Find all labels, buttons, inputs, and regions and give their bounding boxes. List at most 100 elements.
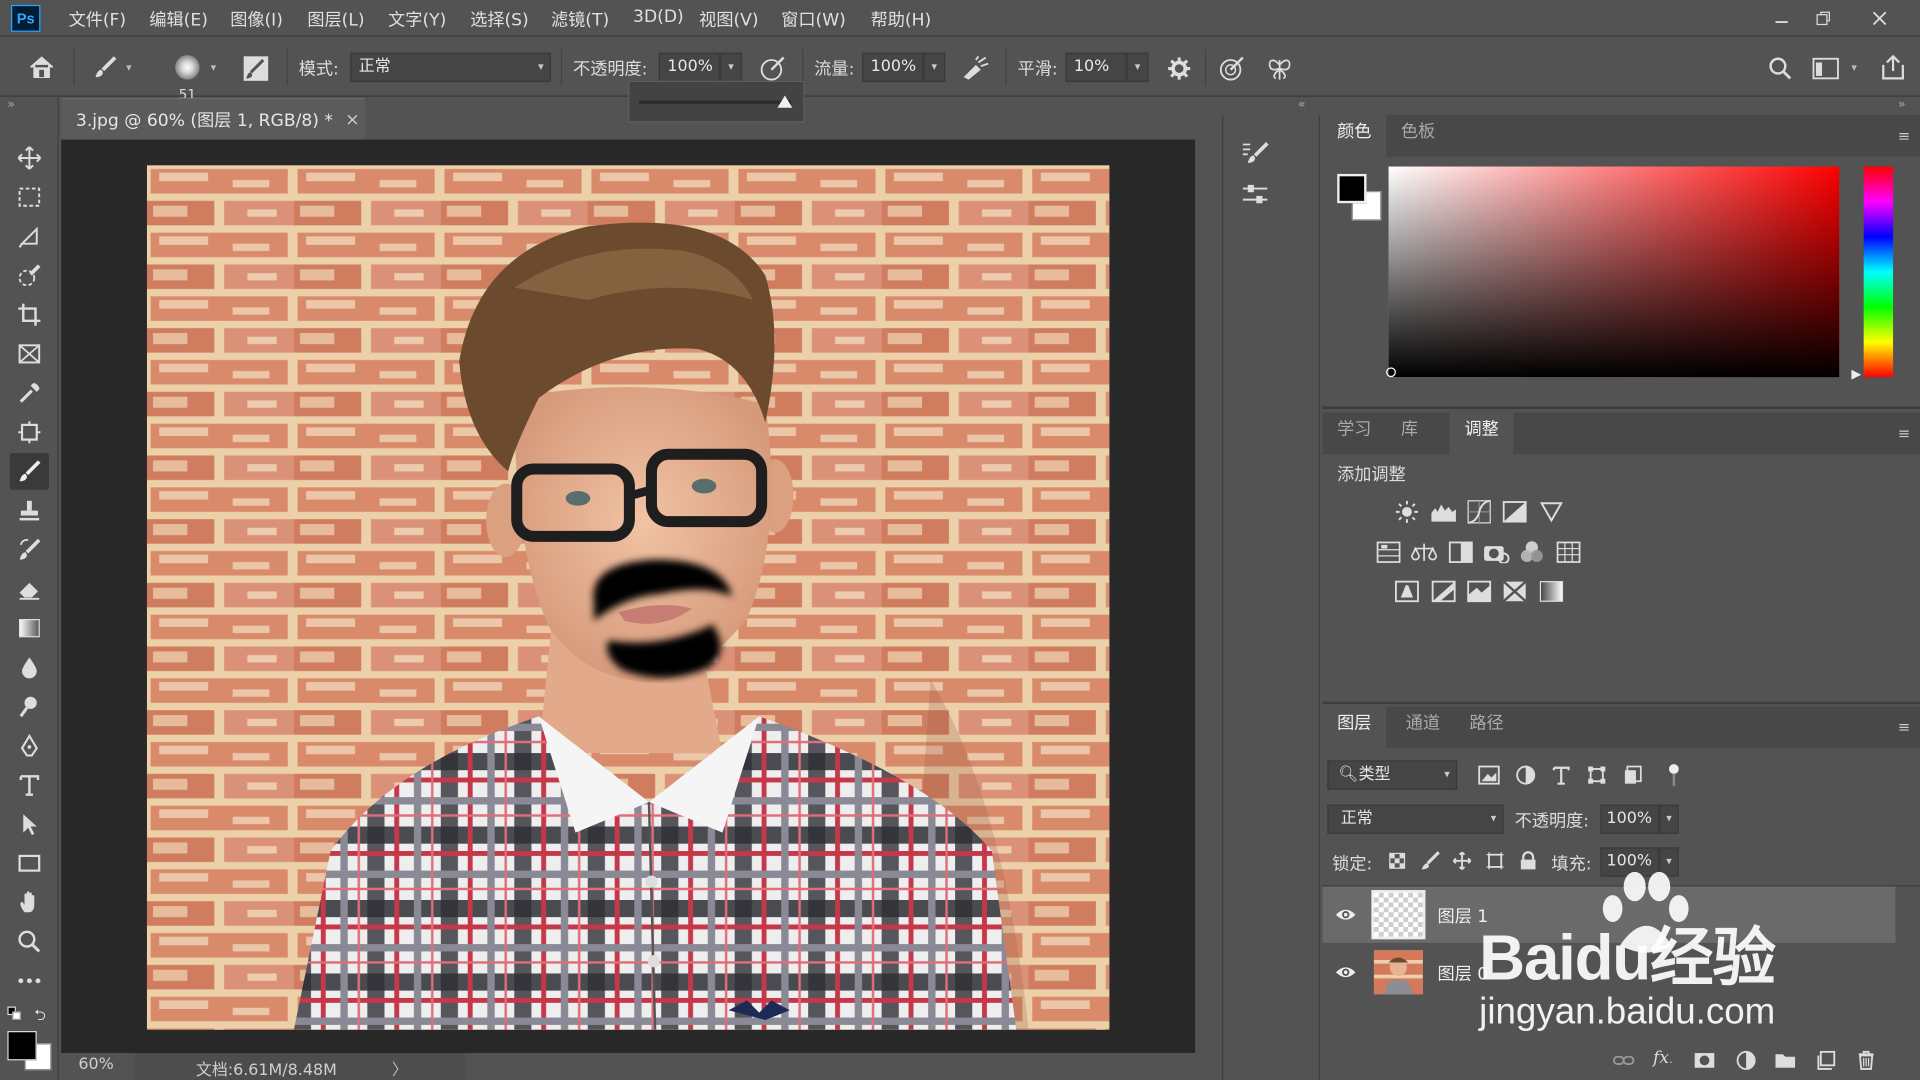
menu-view[interactable]: 视图(V)	[699, 7, 758, 31]
filter-shape-icon[interactable]	[1584, 763, 1608, 787]
filter-toggle[interactable]	[1668, 764, 1679, 787]
symmetry-butterfly-icon[interactable]	[1264, 53, 1296, 85]
fx-icon[interactable]: fx.	[1653, 1048, 1673, 1068]
hue-saturation-icon[interactable]	[1375, 539, 1402, 566]
swap-colors-icon[interactable]: ⮌	[34, 1004, 46, 1030]
new-group-icon[interactable]	[1773, 1048, 1797, 1072]
filter-adjustment-icon[interactable]	[1513, 763, 1537, 787]
document-tab[interactable]: 3.jpg @ 60% (图层 1, RGB/8) * ×	[61, 97, 365, 140]
menu-image[interactable]: 图像(I)	[230, 7, 283, 31]
exposure-icon[interactable]	[1501, 498, 1528, 525]
eye-icon[interactable]	[1332, 961, 1359, 983]
quick-selection-tool-icon[interactable]	[10, 257, 49, 294]
layer-row[interactable]: 图层 1	[1322, 886, 1896, 943]
black-white-icon[interactable]	[1447, 539, 1474, 566]
new-adjustment-layer-icon[interactable]	[1734, 1048, 1758, 1072]
filter-type-icon[interactable]	[1549, 763, 1573, 787]
zoom-tool-icon[interactable]	[10, 923, 49, 960]
menu-layer[interactable]: 图层(L)	[307, 7, 364, 31]
menu-file[interactable]: 文件(F)	[69, 7, 127, 31]
brush-settings-panel-icon[interactable]	[240, 54, 272, 83]
airbrush-icon[interactable]	[959, 53, 993, 85]
color-lookup-icon[interactable]	[1555, 539, 1582, 566]
eye-icon[interactable]	[1332, 904, 1359, 926]
layer-row[interactable]: 图层 0	[1322, 944, 1895, 1000]
more-tools-icon[interactable]	[10, 962, 49, 999]
menu-3d[interactable]: 3D(D)	[633, 7, 684, 27]
layer-thumbnail[interactable]	[1373, 950, 1423, 995]
tab-swatches[interactable]: 色板	[1386, 115, 1450, 157]
menu-help[interactable]: 帮助(H)	[871, 7, 932, 31]
fg-color-swatch[interactable]	[1337, 173, 1367, 204]
eyedropper-tool-icon[interactable]	[10, 375, 49, 412]
photo-filter-icon[interactable]	[1483, 539, 1510, 566]
menu-type[interactable]: 文字(Y)	[388, 7, 446, 31]
lock-position-icon[interactable]	[1451, 850, 1473, 872]
posterize-icon[interactable]	[1430, 578, 1457, 605]
type-tool-icon[interactable]	[10, 767, 49, 804]
selective-color-icon[interactable]	[1501, 578, 1528, 605]
brush-panel-icon[interactable]	[1238, 137, 1272, 169]
expand-panels-icon[interactable]: »	[1898, 98, 1906, 111]
photo-canvas[interactable]	[146, 165, 1110, 1030]
layer-opacity-input[interactable]: 100%	[1600, 804, 1660, 834]
frame-tool-icon[interactable]	[10, 336, 49, 373]
tab-color[interactable]: 颜色	[1322, 115, 1387, 157]
collapse-panels-icon[interactable]: «	[1298, 98, 1306, 111]
mode-select[interactable]: 正常 ▾	[350, 52, 552, 83]
lock-transparent-icon[interactable]	[1386, 850, 1408, 872]
hue-slider[interactable]	[1863, 166, 1894, 378]
fill-dropdown[interactable]: ▾	[1659, 847, 1679, 877]
channel-mixer-icon[interactable]	[1518, 539, 1545, 566]
menu-select[interactable]: 选择(S)	[470, 7, 529, 31]
pressure-opacity-icon[interactable]	[757, 53, 789, 85]
menu-filter[interactable]: 滤镜(T)	[551, 7, 609, 31]
color-picker-field[interactable]	[1388, 166, 1840, 378]
trash-icon[interactable]	[1854, 1048, 1878, 1072]
doc-info[interactable]: 文档:6.61M/8.48M	[196, 1057, 337, 1080]
menu-window[interactable]: 窗口(W)	[781, 7, 846, 31]
lock-pixels-icon[interactable]	[1419, 850, 1441, 872]
opacity-slider-toggle[interactable]: ▾	[720, 52, 743, 83]
dodge-tool-icon[interactable]	[10, 688, 49, 725]
panel-menu-icon[interactable]: ≡	[1898, 719, 1910, 736]
threshold-icon[interactable]	[1466, 578, 1493, 605]
minimize-icon[interactable]	[1768, 5, 1795, 32]
marquee-tool-icon[interactable]	[10, 179, 49, 216]
layer-opacity-dropdown[interactable]: ▾	[1659, 804, 1679, 834]
color-picker-cursor[interactable]	[1386, 367, 1396, 378]
rectangle-tool-icon[interactable]	[10, 845, 49, 882]
hue-slider-handle[interactable]	[1851, 369, 1862, 380]
tab-learn[interactable]: 学习	[1322, 413, 1386, 455]
chevron-down-icon[interactable]: ▾	[211, 62, 217, 74]
smoothing-input[interactable]: 10%	[1065, 52, 1127, 83]
layer-filter-select[interactable]: 🔍︎类型 ▾	[1327, 760, 1458, 790]
blur-tool-icon[interactable]	[10, 649, 49, 686]
pen-tool-icon[interactable]	[10, 727, 49, 764]
gear-icon[interactable]	[1163, 53, 1195, 85]
link-layers-icon[interactable]	[1611, 1048, 1635, 1072]
lock-all-icon[interactable]	[1517, 850, 1539, 872]
foreground-color-swatch[interactable]	[7, 1031, 37, 1061]
levels-icon[interactable]	[1430, 498, 1457, 525]
vibrance-icon[interactable]	[1538, 498, 1565, 525]
tab-channels[interactable]: 通道	[1391, 707, 1455, 749]
share-icon[interactable]	[1877, 51, 1909, 83]
tab-libraries[interactable]: 库	[1386, 413, 1433, 455]
home-icon[interactable]	[24, 51, 58, 83]
restore-icon[interactable]	[1810, 5, 1837, 32]
workspace-icon[interactable]	[1810, 53, 1842, 85]
filter-smart-object-icon[interactable]	[1621, 763, 1645, 787]
curves-icon[interactable]	[1466, 498, 1493, 525]
history-brush-tool-icon[interactable]	[10, 531, 49, 568]
collapse-toolbox-icon[interactable]: »	[7, 98, 15, 111]
eraser-tool-icon[interactable]	[10, 571, 49, 608]
brush-tool-icon[interactable]	[9, 453, 49, 490]
content-aware-tool-icon[interactable]	[10, 414, 49, 451]
flow-slider-toggle[interactable]: ▾	[923, 52, 946, 83]
brush-tip-preview[interactable]	[175, 55, 200, 80]
panel-menu-icon[interactable]: ≡	[1898, 127, 1910, 144]
flow-input[interactable]: 100%	[862, 52, 924, 83]
zoom-level[interactable]: 60%	[78, 1056, 113, 1074]
filter-pixel-icon[interactable]	[1477, 763, 1501, 787]
